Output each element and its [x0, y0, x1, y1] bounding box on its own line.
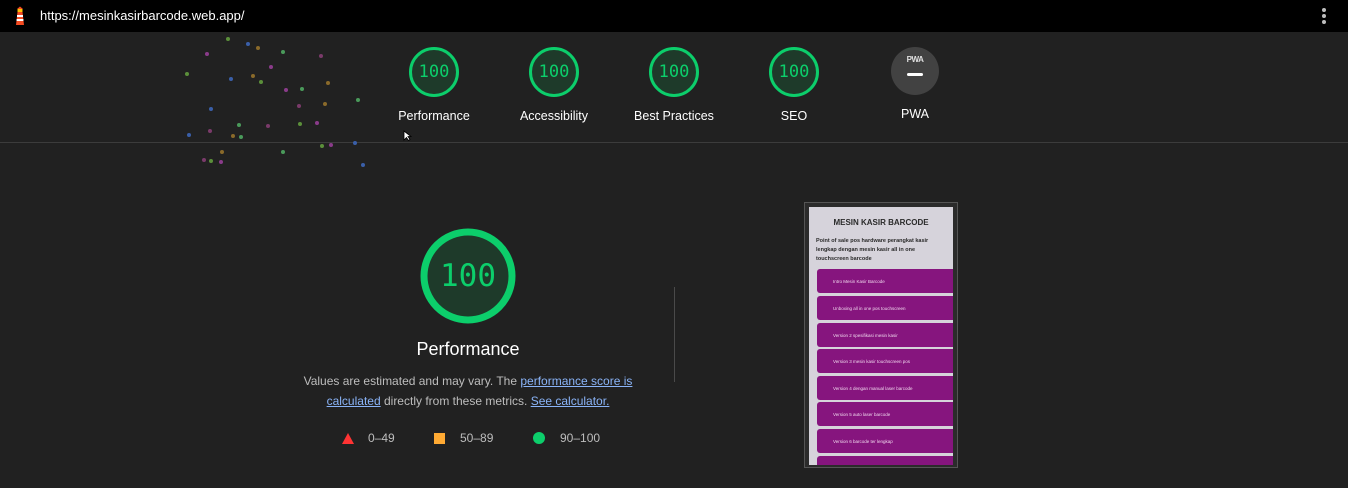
confetti-dot — [259, 80, 263, 84]
top-bar: https://mesinkasirbarcode.web.app/ — [0, 0, 1348, 32]
screenshot-title: MESIN KASIR BARCODE — [833, 218, 929, 227]
best-practices-score-gauge: 100 — [649, 47, 699, 97]
confetti-dot — [209, 159, 213, 163]
confetti-dot — [229, 77, 233, 81]
confetti-dot — [326, 81, 330, 85]
confetti-dot — [187, 133, 191, 137]
pwa-badge-icon: PWA — [891, 47, 939, 95]
confetti-dot — [297, 104, 301, 108]
legend-pass-range: 90–100 — [560, 431, 601, 445]
confetti-dot — [281, 50, 285, 54]
pwa-label: PWA — [900, 107, 929, 121]
legend-average-range: 50–89 — [460, 431, 494, 445]
accessibility-label: Accessibility — [519, 109, 589, 123]
screenshot-list-item: Version 2 spesifikasi mesin kasir — [817, 323, 953, 347]
performance-main-score: 100 — [440, 258, 496, 294]
confetti-dot — [298, 122, 302, 126]
legend-fail-range: 0–49 — [368, 431, 395, 445]
confetti-dot — [319, 54, 323, 58]
confetti-dot — [239, 135, 243, 139]
screenshot-list-item: Intro Mesin Kasir Barcode — [817, 269, 953, 293]
confetti-dot — [237, 123, 241, 127]
average-square-icon — [434, 432, 445, 444]
confetti-dot — [356, 98, 360, 102]
legend-fail: 0–49 — [342, 430, 395, 446]
screenshot-list-item: Version 6 barcode ter lengkap — [817, 429, 953, 453]
accessibility-score-gauge: 100 — [529, 47, 579, 97]
screenshot-list-item: Version 5 auto laser barcode — [817, 402, 953, 426]
screenshot-list-item: Version 4 dengan manual laser barcode — [817, 376, 953, 400]
confetti-dot — [300, 87, 304, 91]
pwa-dash — [907, 73, 923, 76]
screenshot-subtitle: Point of sale pos hardware perangkat kas… — [816, 238, 929, 262]
screenshot-list-item — [817, 456, 953, 465]
category-seo[interactable]: 100 SEO — [734, 47, 854, 123]
best-practices-label: Best Practices — [634, 109, 714, 123]
confetti-dot — [251, 74, 255, 78]
page-url[interactable]: https://mesinkasirbarcode.web.app/ — [40, 8, 245, 23]
confetti-dot — [361, 163, 365, 167]
pass-circle-icon — [533, 432, 545, 444]
confetti-dot — [256, 46, 260, 50]
confetti-dot — [209, 107, 213, 111]
confetti-dot — [202, 158, 206, 162]
category-accessibility[interactable]: 100 Accessibility — [494, 47, 614, 123]
confetti-decoration — [180, 32, 370, 172]
category-performance[interactable]: 100 Performance — [374, 47, 494, 123]
seo-score-gauge: 100 — [769, 47, 819, 97]
screenshot-list-item: Unboxing all in one pos touchscreen — [817, 296, 953, 320]
confetti-dot — [353, 141, 357, 145]
performance-score-gauge: 100 — [409, 47, 459, 97]
legend-pass: 90–100 — [533, 430, 600, 446]
desc-text-1: Values are estimated and may vary. The — [303, 374, 521, 388]
confetti-dot — [315, 121, 319, 125]
confetti-dot — [246, 42, 250, 46]
confetti-dot — [269, 65, 273, 69]
confetti-dot — [320, 144, 324, 148]
confetti-dot — [329, 143, 333, 147]
pwa-badge-text: PWA — [906, 55, 924, 64]
legend-average: 50–89 — [434, 430, 493, 446]
kebab-menu-icon[interactable] — [1318, 6, 1330, 26]
confetti-dot — [219, 160, 223, 164]
mouse-cursor-icon — [403, 130, 412, 141]
confetti-dot — [231, 134, 235, 138]
confetti-dot — [284, 88, 288, 92]
desc-text-2: directly from these metrics. — [380, 394, 531, 408]
category-pwa[interactable]: PWA PWA — [855, 47, 975, 121]
see-calculator-link[interactable]: See calculator. — [531, 394, 610, 408]
fail-triangle-icon — [342, 432, 354, 444]
vertical-divider — [674, 287, 675, 382]
confetti-dot — [205, 52, 209, 56]
confetti-dot — [185, 72, 189, 76]
performance-description: Values are estimated and may vary. The p… — [288, 371, 648, 411]
category-best-practices[interactable]: 100 Best Practices — [614, 47, 734, 123]
performance-heading: Performance — [416, 339, 520, 359]
seo-label: SEO — [780, 109, 808, 123]
confetti-dot — [220, 150, 224, 154]
confetti-dot — [208, 129, 212, 133]
confetti-dot — [323, 102, 327, 106]
confetti-dot — [266, 124, 270, 128]
lighthouse-icon — [16, 6, 24, 25]
screenshot-list-item: Version 3 mesin kasir touchscreen pos — [817, 349, 953, 373]
performance-label: Performance — [398, 109, 470, 123]
confetti-dot — [226, 37, 230, 41]
screenshot-page: MESIN KASIR BARCODE Point of sale pos ha… — [809, 207, 953, 465]
final-screenshot-thumbnail[interactable]: MESIN KASIR BARCODE Point of sale pos ha… — [804, 202, 958, 468]
confetti-dot — [281, 150, 285, 154]
